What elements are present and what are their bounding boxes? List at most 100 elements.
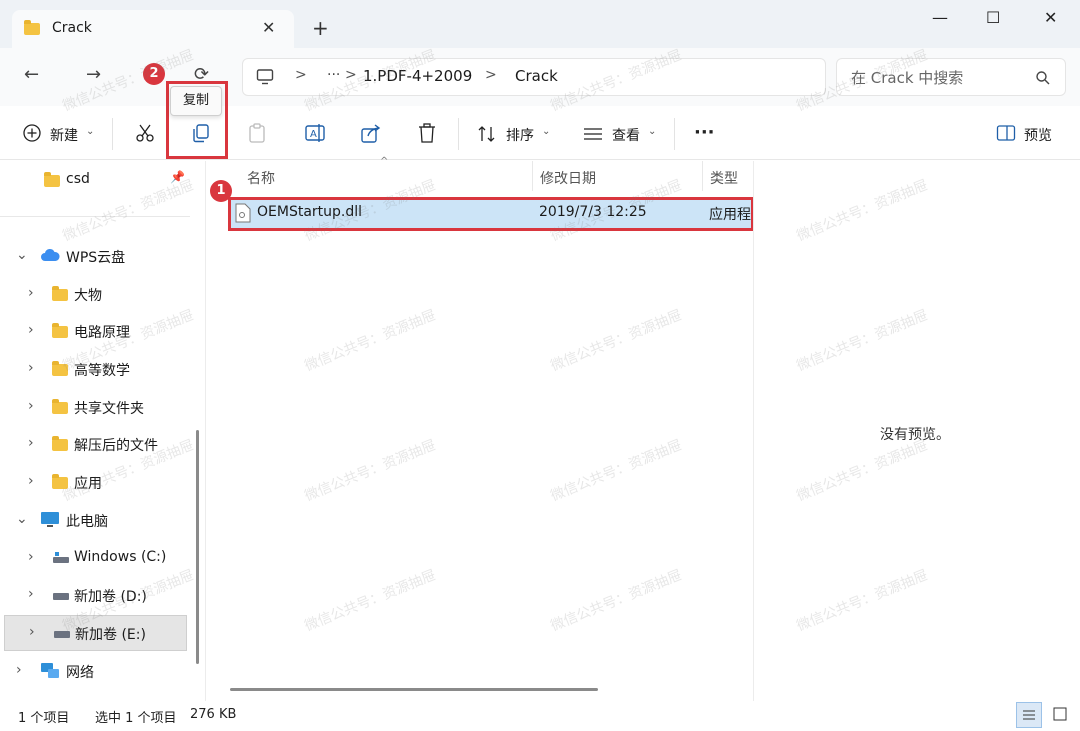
windows-drive-icon	[53, 552, 69, 563]
chevron-right-icon: ›	[28, 322, 34, 338]
sidebar-item-folder[interactable]: › 电路原理	[0, 315, 190, 347]
new-tab-button[interactable]: +	[312, 16, 329, 40]
chevron-down-icon: ⌄	[16, 511, 28, 527]
chevron-right-icon: ›	[28, 360, 34, 376]
cut-icon[interactable]	[134, 122, 156, 144]
chevron-down-icon: ⌄	[86, 126, 95, 137]
sidebar-item-folder[interactable]: › 共享文件夹	[0, 391, 190, 423]
network-icon	[41, 663, 59, 678]
column-header-date[interactable]: 修改日期	[540, 168, 596, 188]
sidebar-item-label: 网络	[66, 665, 94, 681]
column-header-type[interactable]: 类型	[710, 168, 738, 188]
file-list	[207, 161, 753, 701]
back-button[interactable]: ←	[24, 64, 39, 85]
sidebar-item-label: Windows (C:)	[74, 549, 167, 565]
details-view-button[interactable]	[1016, 702, 1042, 728]
sidebar-item-drive[interactable]: › Windows (C:)	[0, 542, 190, 574]
status-size: 276 KB	[190, 707, 237, 722]
sort-button-label: 排序	[506, 128, 534, 144]
preview-pane-icon	[996, 125, 1016, 141]
maximize-button[interactable]: ☐	[986, 8, 1000, 27]
sidebar-item-this-pc[interactable]: ⌄ 此电脑	[0, 504, 190, 536]
close-button[interactable]: ✕	[1044, 8, 1057, 27]
chevron-down-icon: ⌄	[648, 126, 657, 137]
drive-icon	[54, 631, 70, 638]
step-badge-2: 2	[143, 63, 165, 85]
tiles-view-button[interactable]	[1048, 702, 1074, 728]
svg-text:A: A	[310, 129, 317, 140]
breadcrumb-item[interactable]: 1.PDF-4+2009	[363, 67, 472, 85]
search-box[interactable]: 在 Crack 中搜索	[836, 58, 1066, 96]
toolbar-divider	[458, 118, 459, 150]
sidebar-item-folder[interactable]: › 应用	[0, 466, 190, 498]
folder-icon	[52, 323, 68, 338]
rename-icon[interactable]: A	[304, 122, 326, 144]
address-bar[interactable]: > ··· > 1.PDF-4+2009 > Crack	[242, 58, 826, 96]
chevron-down-icon: ⌄	[542, 126, 551, 137]
breadcrumb-item[interactable]: Crack	[515, 67, 558, 85]
sidebar-item-wps[interactable]: ⌄ WPS云盘	[0, 240, 190, 272]
sidebar-item-csd[interactable]: csd 📌	[0, 164, 190, 196]
sidebar-item-folder[interactable]: › 大物	[0, 278, 190, 310]
sidebar-item-label: 解压后的文件	[74, 438, 158, 454]
paste-icon[interactable]	[246, 122, 268, 144]
folder-icon	[52, 436, 68, 451]
delete-icon[interactable]	[416, 122, 438, 144]
share-icon[interactable]	[360, 122, 382, 144]
sidebar-item-label: 共享文件夹	[74, 401, 144, 417]
copy-tooltip: 复制	[170, 86, 222, 116]
forward-button[interactable]: →	[86, 64, 101, 85]
toolbar-divider	[112, 118, 113, 150]
chevron-down-icon: ⌄	[16, 247, 28, 263]
breadcrumb-separator: >	[485, 67, 497, 83]
folder-icon	[52, 286, 68, 301]
more-options-button[interactable]: ···	[694, 122, 715, 143]
pin-icon: 📌	[170, 170, 185, 184]
sidebar-item-network[interactable]: › 网络	[0, 655, 190, 687]
breadcrumb-more[interactable]: ···	[327, 67, 340, 83]
chevron-right-icon: ›	[28, 473, 34, 489]
step-badge-1: 1	[210, 180, 232, 202]
sidebar-item-label: 电路原理	[74, 325, 130, 341]
monitor-icon	[256, 69, 274, 85]
new-button[interactable]: 新建 ⌄	[20, 122, 100, 146]
sidebar-scrollbar[interactable]	[196, 430, 199, 664]
shared-folder-icon	[52, 399, 68, 414]
sidebar-item-drive[interactable]: › 新加卷 (D:)	[0, 579, 190, 611]
tab-crack[interactable]: Crack ✕	[12, 10, 294, 48]
drive-icon	[53, 593, 69, 600]
toolbar-divider	[674, 118, 675, 150]
tab-close-icon[interactable]: ✕	[262, 18, 275, 37]
minimize-button[interactable]: —	[932, 8, 948, 27]
sidebar-item-label: 应用	[74, 476, 102, 492]
column-divider[interactable]	[702, 161, 703, 191]
plus-circle-icon	[23, 124, 41, 142]
view-button-label: 查看	[612, 128, 640, 144]
no-preview-text: 没有预览。	[880, 427, 950, 443]
sort-button[interactable]: 排序 ⌄	[476, 122, 556, 146]
sidebar-item-drive-selected[interactable]: › 新加卷 (E:)	[4, 615, 187, 651]
chevron-right-icon: ›	[28, 549, 34, 565]
column-divider[interactable]	[532, 161, 533, 191]
breadcrumb-separator: >	[295, 67, 307, 83]
search-icon	[1036, 71, 1050, 85]
file-list-scrollbar[interactable]	[230, 688, 598, 691]
column-header-name[interactable]: 名称	[247, 168, 275, 188]
preview-pane-button[interactable]: 预览	[996, 122, 1066, 146]
sidebar-item-label: 大物	[74, 288, 102, 304]
sidebar-item-folder[interactable]: › 解压后的文件	[0, 428, 190, 460]
chevron-right-icon: ›	[28, 435, 34, 451]
chevron-right-icon: ›	[29, 624, 35, 640]
sidebar-item-folder[interactable]: › 高等数学	[0, 353, 190, 385]
folder-icon	[24, 20, 40, 35]
breadcrumb-separator: >	[345, 67, 357, 83]
app-folder-icon	[52, 474, 68, 489]
view-button[interactable]: 查看 ⌄	[582, 122, 662, 146]
sidebar-item-label: 新加卷 (E:)	[75, 627, 146, 643]
chevron-right-icon: ›	[28, 586, 34, 602]
new-button-label: 新建	[50, 128, 78, 144]
view-list-icon	[584, 128, 602, 140]
sidebar-item-label: WPS云盘	[66, 250, 126, 266]
sort-icon	[478, 126, 495, 142]
sidebar-item-label: 高等数学	[74, 363, 130, 379]
